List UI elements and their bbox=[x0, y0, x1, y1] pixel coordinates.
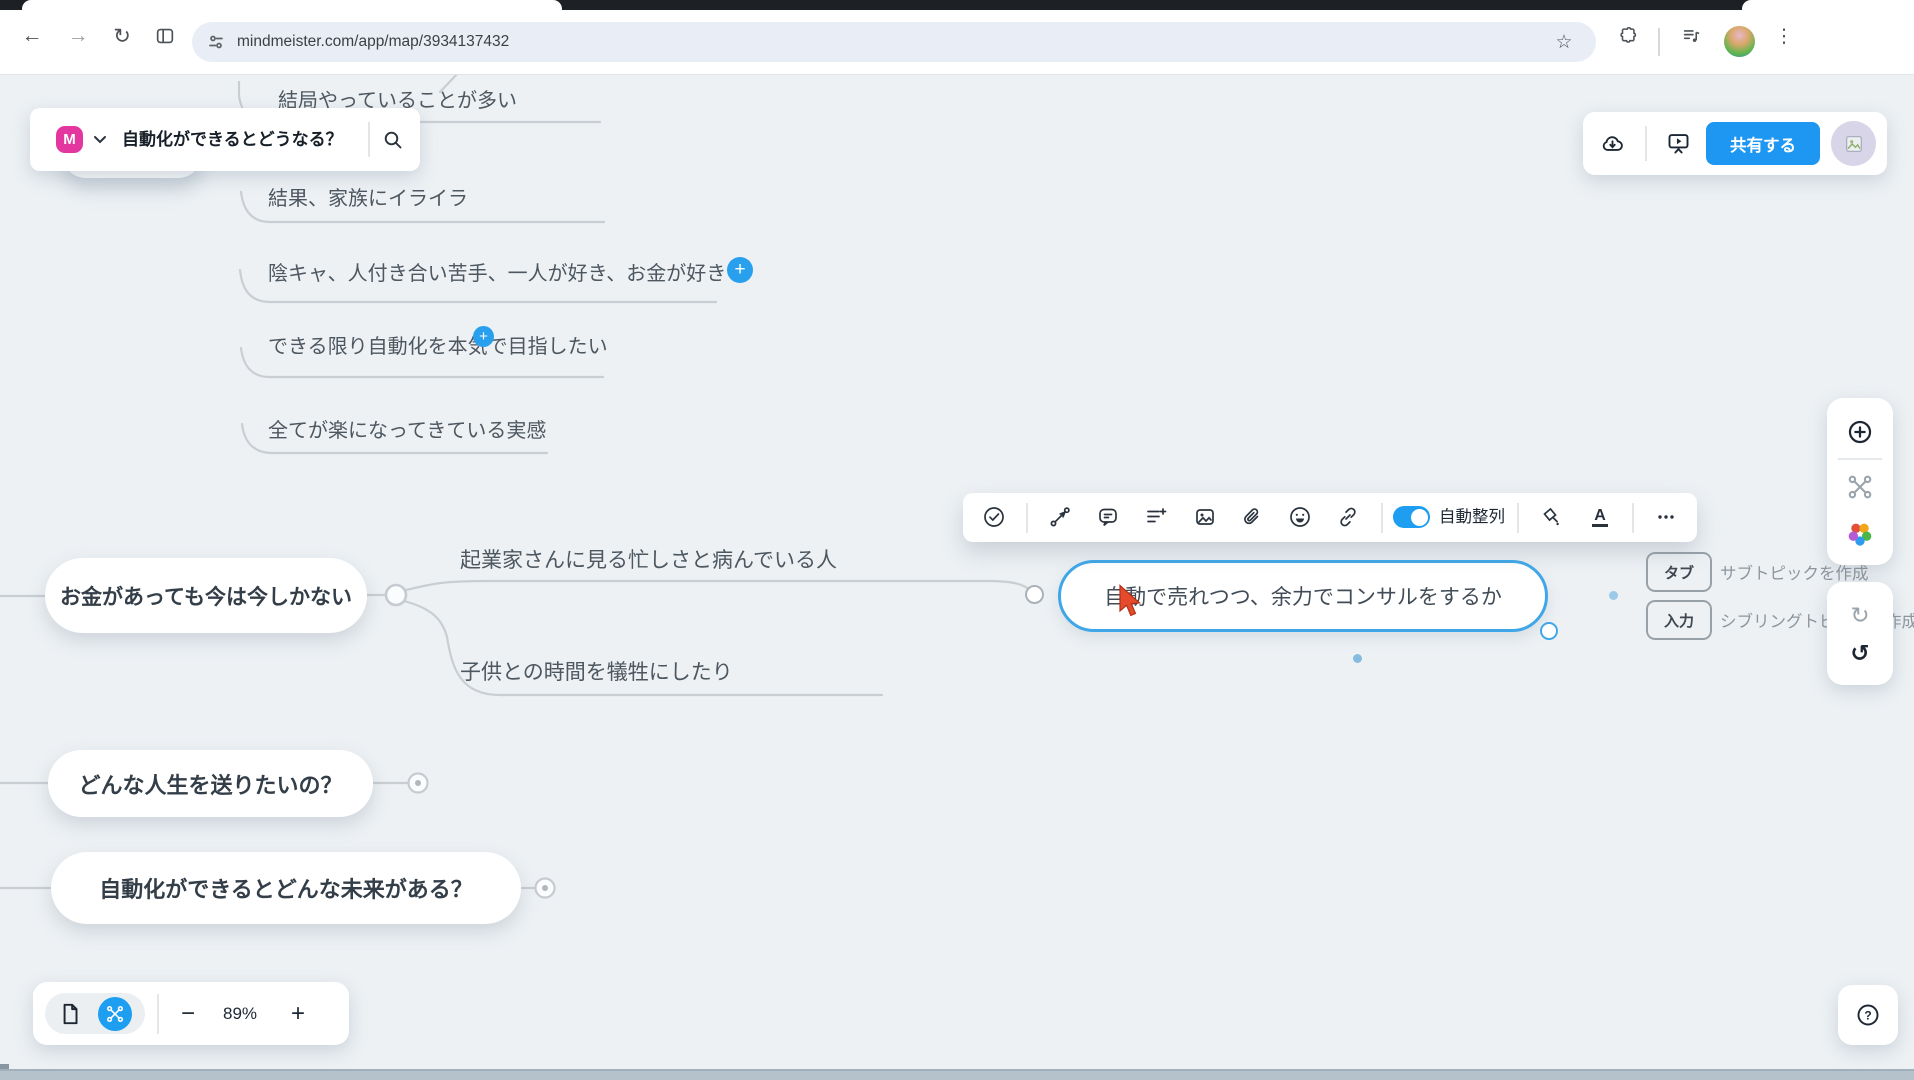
toolbar-divider bbox=[1658, 28, 1660, 56]
address-bar[interactable]: mindmeister.com/app/map/3934137432 ☆ bbox=[192, 22, 1596, 62]
mouse-cursor bbox=[1117, 584, 1147, 620]
font-style-letter: A bbox=[1592, 507, 1608, 527]
node-connector-circle[interactable] bbox=[1025, 585, 1044, 604]
side-panel-icon bbox=[154, 25, 176, 47]
node-toolbar: 自動整列 A bbox=[963, 493, 1697, 542]
map-node[interactable]: 全てが楽になってきている実感 bbox=[268, 414, 546, 443]
forward-button[interactable]: → bbox=[58, 16, 98, 56]
map-node-pill[interactable]: どんな人生を送りたいの？ bbox=[48, 750, 373, 817]
map-node-pill[interactable]: 自動化ができるとどんな未来がある？ bbox=[51, 852, 521, 924]
map-node[interactable]: 結果、家族にイライラ bbox=[268, 182, 468, 211]
map-header-card: M 自動化ができるとどうなる？ bbox=[30, 108, 420, 171]
font-style-button[interactable]: A bbox=[1583, 500, 1617, 534]
map-node[interactable]: 子供との時間を犠牲にしたり bbox=[460, 656, 733, 686]
theme-flower-button[interactable] bbox=[1843, 517, 1877, 551]
zoom-level[interactable]: 89% bbox=[210, 982, 270, 1045]
more-options-button[interactable] bbox=[1649, 500, 1683, 534]
share-card-divider bbox=[1645, 126, 1647, 161]
extensions-button[interactable] bbox=[1608, 16, 1648, 56]
tab-strip-segment bbox=[1742, 0, 1914, 10]
url-text: mindmeister.com/app/map/3934137432 bbox=[237, 22, 509, 62]
active-tab[interactable] bbox=[22, 0, 562, 10]
history-panel: ↻ ↺ bbox=[1827, 582, 1893, 685]
presentation-icon[interactable] bbox=[1665, 130, 1692, 157]
share-button[interactable]: 共有する bbox=[1706, 122, 1820, 165]
avatar-image-icon bbox=[1843, 133, 1865, 155]
zoom-controls: − 89% + bbox=[33, 982, 349, 1045]
tab-key-badge: タブ bbox=[1646, 552, 1712, 592]
help-button[interactable]: ? bbox=[1838, 985, 1898, 1045]
search-icon[interactable] bbox=[381, 128, 405, 152]
side-panel-button[interactable] bbox=[145, 16, 185, 56]
zoom-in-button[interactable]: + bbox=[281, 997, 315, 1031]
undo-button[interactable]: ↺ bbox=[1843, 636, 1877, 670]
toolbar-divider bbox=[1381, 503, 1383, 533]
image-button[interactable] bbox=[1188, 500, 1222, 534]
map-view-button[interactable] bbox=[98, 997, 132, 1031]
redo-button[interactable]: ↻ bbox=[1843, 598, 1877, 632]
link-button[interactable] bbox=[1331, 500, 1365, 534]
task-check-button[interactable] bbox=[977, 500, 1011, 534]
toolbar-divider bbox=[1026, 503, 1028, 533]
toolbar-divider bbox=[1517, 503, 1519, 533]
panel-divider bbox=[1838, 458, 1882, 460]
media-controls-button[interactable] bbox=[1672, 16, 1712, 56]
map-node[interactable]: 陰キャ、人付き合い苦手、一人が好き、お金が好き bbox=[268, 257, 726, 286]
auto-align-toggle[interactable] bbox=[1393, 506, 1430, 528]
view-mode-switch bbox=[45, 993, 145, 1034]
map-node[interactable]: できる限り自動化を本気で目指したい bbox=[268, 330, 608, 359]
auto-align-label: 自動整列 bbox=[1439, 493, 1505, 542]
toolbar-divider bbox=[1632, 503, 1634, 533]
emoji-button[interactable] bbox=[1283, 500, 1317, 534]
extensions-puzzle-icon bbox=[1617, 25, 1639, 47]
map-title[interactable]: 自動化ができるとどうなる？ bbox=[122, 108, 343, 171]
zoom-out-button[interactable]: − bbox=[171, 997, 205, 1031]
enter-key-badge: 入力 bbox=[1646, 600, 1712, 640]
browser-toolbar: ← → ↻ mindmeister.com/app/map/3934137432… bbox=[0, 10, 1914, 75]
share-card: 共有する bbox=[1583, 112, 1887, 175]
notes-button[interactable] bbox=[1139, 500, 1173, 534]
mindmeister-logo[interactable]: M bbox=[56, 126, 83, 153]
reload-button[interactable]: ↻ bbox=[102, 16, 142, 56]
media-controls-icon bbox=[1681, 25, 1703, 47]
drag-dot[interactable] bbox=[1353, 654, 1362, 663]
node-resize-handle[interactable] bbox=[1540, 622, 1558, 640]
site-info-icon[interactable] bbox=[204, 30, 228, 54]
back-button[interactable]: ← bbox=[12, 16, 52, 56]
bookmark-star-button[interactable]: ☆ bbox=[1544, 22, 1584, 62]
help-icon: ? bbox=[1855, 1002, 1881, 1028]
chevron-down-icon[interactable] bbox=[93, 135, 107, 144]
outline-view-button[interactable] bbox=[57, 1001, 83, 1027]
user-avatar[interactable] bbox=[1831, 121, 1876, 166]
browser-profile-avatar[interactable] bbox=[1724, 26, 1755, 57]
add-subtopic-badge[interactable]: + bbox=[473, 326, 494, 347]
svg-text:?: ? bbox=[1864, 1009, 1871, 1023]
drag-dot[interactable] bbox=[1609, 591, 1618, 600]
attachment-button[interactable] bbox=[1236, 500, 1270, 534]
map-node[interactable]: 起業家さんに見る忙しさと病んでいる人 bbox=[460, 544, 837, 574]
comment-button[interactable] bbox=[1091, 500, 1125, 534]
zoom-divider bbox=[157, 994, 159, 1034]
connection-arrow-button[interactable] bbox=[1043, 500, 1077, 534]
browser-tab-strip bbox=[0, 0, 1914, 10]
cloud-sync-icon[interactable] bbox=[1599, 131, 1626, 157]
taskbar-edge bbox=[0, 1069, 1914, 1080]
style-painter-button[interactable] bbox=[1535, 500, 1569, 534]
add-subtopic-button[interactable]: + bbox=[727, 257, 753, 283]
browser-menu-button[interactable]: ⋮ bbox=[1764, 16, 1804, 56]
toggle-knob bbox=[1411, 509, 1428, 526]
add-topic-button[interactable] bbox=[1843, 415, 1877, 449]
map-node-pill[interactable]: お金があっても今は今しかない bbox=[45, 558, 367, 633]
canvas-tools-panel bbox=[1827, 398, 1893, 565]
header-divider bbox=[368, 122, 370, 157]
map-layout-button[interactable] bbox=[1843, 470, 1877, 504]
